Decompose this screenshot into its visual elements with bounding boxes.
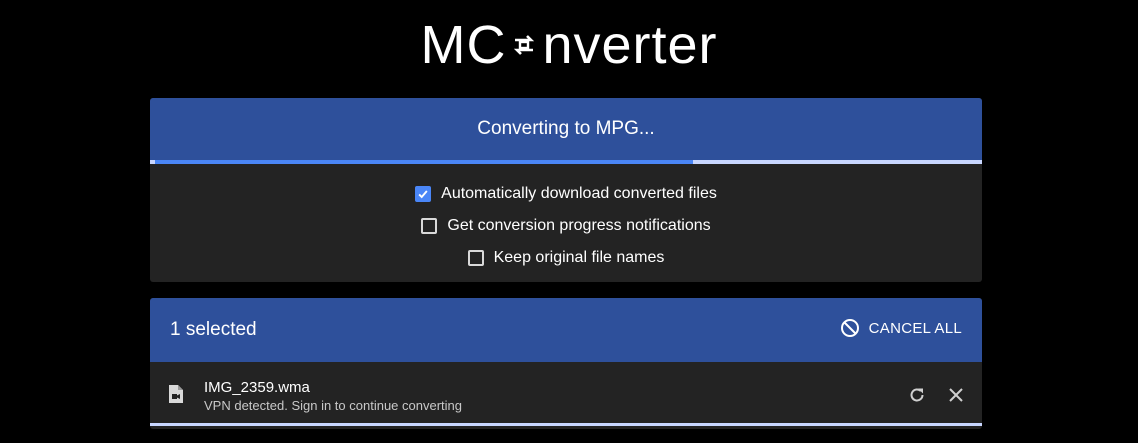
option-label: Keep original file names [493, 249, 665, 266]
conversion-panel: Converting to MPG... Automatically downl… [150, 98, 982, 282]
close-icon[interactable] [948, 387, 964, 403]
block-icon [840, 319, 859, 337]
selected-count: 1 selected [170, 319, 257, 340]
cancel-all-label: CANCEL ALL [868, 319, 962, 337]
option-label: Get conversion progress notifications [447, 217, 711, 234]
file-name: IMG_2359.wma [204, 379, 310, 396]
conversion-header: Converting to MPG... [150, 98, 982, 160]
option-notifications[interactable]: Get conversion progress notifications [421, 210, 711, 242]
file-video-icon [168, 384, 184, 409]
file-queue-panel: 1 selected CANCEL ALL IMG_2359.wma VPN d… [150, 298, 982, 429]
option-label: Automatically download converted files [441, 185, 717, 202]
notifications-checkbox[interactable] [421, 218, 438, 234]
auto-download-checkbox[interactable] [415, 186, 432, 202]
option-auto-download[interactable]: Automatically download converted files [415, 178, 717, 210]
row-progress-track [150, 423, 982, 426]
progress-fill [155, 160, 693, 164]
cancel-all-button[interactable]: CANCEL ALL [840, 318, 962, 338]
option-keep-names[interactable]: Keep original file names [467, 242, 665, 274]
logo-text-left: MC [420, 15, 507, 75]
file-row[interactable]: IMG_2359.wma VPN detected. Sign in to co… [150, 362, 982, 426]
retry-icon[interactable] [908, 386, 926, 404]
file-info: IMG_2359.wma VPN detected. Sign in to co… [204, 379, 462, 414]
options-list: Automatically download converted files G… [150, 164, 982, 274]
file-status: VPN detected. Sign in to continue conver… [204, 398, 462, 413]
progress-bar [150, 160, 982, 164]
convert-swap-icon [507, 25, 541, 65]
check-icon [418, 190, 428, 199]
app-logo: MC nverter [0, 12, 1138, 78]
logo-text-right: nverter [542, 15, 718, 75]
queue-header: 1 selected CANCEL ALL [150, 298, 982, 362]
file-actions [908, 386, 964, 404]
keep-names-checkbox[interactable] [467, 250, 484, 266]
conversion-status: Converting to MPG... [477, 118, 655, 139]
